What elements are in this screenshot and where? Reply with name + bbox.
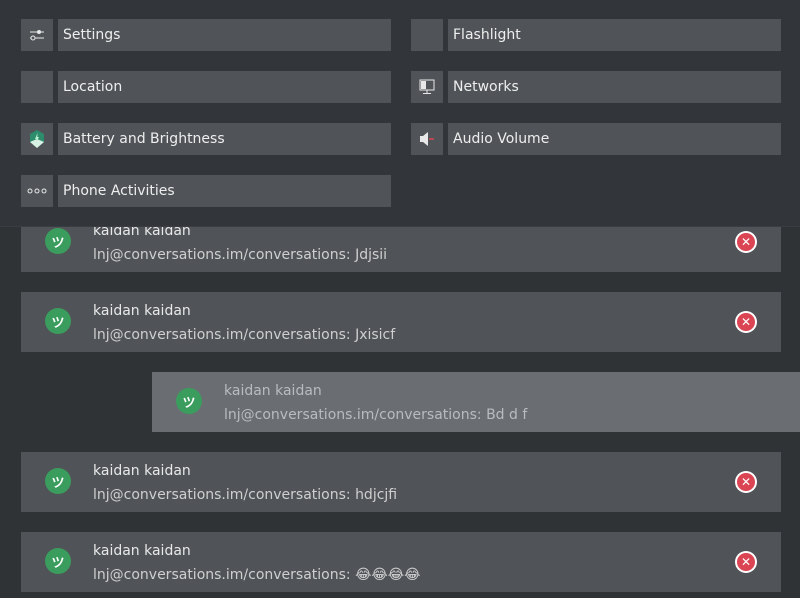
battery-brightness-icon[interactable] bbox=[21, 123, 53, 155]
activities-tile[interactable]: Phone Activities bbox=[21, 175, 391, 207]
close-icon[interactable]: ✕ bbox=[735, 231, 757, 253]
notification-body: lnj@conversations.im/conversations: Jxis… bbox=[93, 327, 396, 343]
settings-label[interactable]: Settings bbox=[58, 19, 391, 51]
kaidan-app-icon: ツ bbox=[45, 468, 71, 494]
settings-tile[interactable]: Settings bbox=[21, 19, 391, 51]
audio-tile[interactable]: Audio Volume bbox=[411, 123, 781, 155]
notification-body: lnj@conversations.im/conversations: Jdjs… bbox=[93, 247, 388, 263]
location-icon[interactable] bbox=[21, 71, 53, 103]
notification-body: lnj@conversations.im/conversations: hdjc… bbox=[93, 487, 398, 503]
notification-title: kaidan kaidan bbox=[93, 463, 191, 479]
close-icon[interactable]: ✕ bbox=[735, 551, 757, 573]
notification-item[interactable]: ツ kaidan kaidan lnj@conversations.im/con… bbox=[21, 292, 781, 352]
notification-body: lnj@conversations.im/conversations: Bd d… bbox=[224, 407, 528, 423]
networks-tile[interactable]: Networks bbox=[411, 71, 781, 103]
close-icon[interactable]: ✕ bbox=[735, 311, 757, 333]
audio-label[interactable]: Audio Volume bbox=[448, 123, 781, 155]
quick-settings-panel: Settings Flashlight Location Networks Ba… bbox=[0, 0, 800, 227]
flashlight-icon[interactable] bbox=[411, 19, 443, 51]
notification-title: kaidan kaidan bbox=[224, 383, 322, 399]
location-tile[interactable]: Location bbox=[21, 71, 391, 103]
kaidan-app-icon: ツ bbox=[45, 308, 71, 334]
kaidan-app-icon: ツ bbox=[45, 228, 71, 254]
flashlight-label[interactable]: Flashlight bbox=[448, 19, 781, 51]
kaidan-app-icon: ツ bbox=[45, 548, 71, 574]
close-icon[interactable]: ✕ bbox=[735, 471, 757, 493]
networks-label[interactable]: Networks bbox=[448, 71, 781, 103]
flashlight-tile[interactable]: Flashlight bbox=[411, 19, 781, 51]
battery-tile[interactable]: Battery and Brightness bbox=[21, 123, 391, 155]
network-computer-icon[interactable] bbox=[411, 71, 443, 103]
activities-dots-icon[interactable] bbox=[21, 175, 53, 207]
audio-volume-muted-icon[interactable] bbox=[411, 123, 443, 155]
notification-title: kaidan kaidan bbox=[93, 543, 191, 559]
notification-item[interactable]: ツ kaidan kaidan lnj@conversations.im/con… bbox=[21, 452, 781, 512]
kaidan-app-icon: ツ bbox=[176, 388, 202, 414]
battery-label[interactable]: Battery and Brightness bbox=[58, 123, 391, 155]
location-label[interactable]: Location bbox=[58, 71, 391, 103]
activities-label[interactable]: Phone Activities bbox=[58, 175, 391, 207]
notification-item[interactable]: ツ kaidan kaidan lnj@conversations.im/con… bbox=[21, 532, 781, 592]
settings-sliders-icon[interactable] bbox=[21, 19, 53, 51]
notification-body: lnj@conversations.im/conversations: 😂😂😂😂 bbox=[93, 567, 421, 583]
notification-title: kaidan kaidan bbox=[93, 303, 191, 319]
notification-item-dragging[interactable]: ツ kaidan kaidan lnj@conversations.im/con… bbox=[152, 372, 800, 432]
